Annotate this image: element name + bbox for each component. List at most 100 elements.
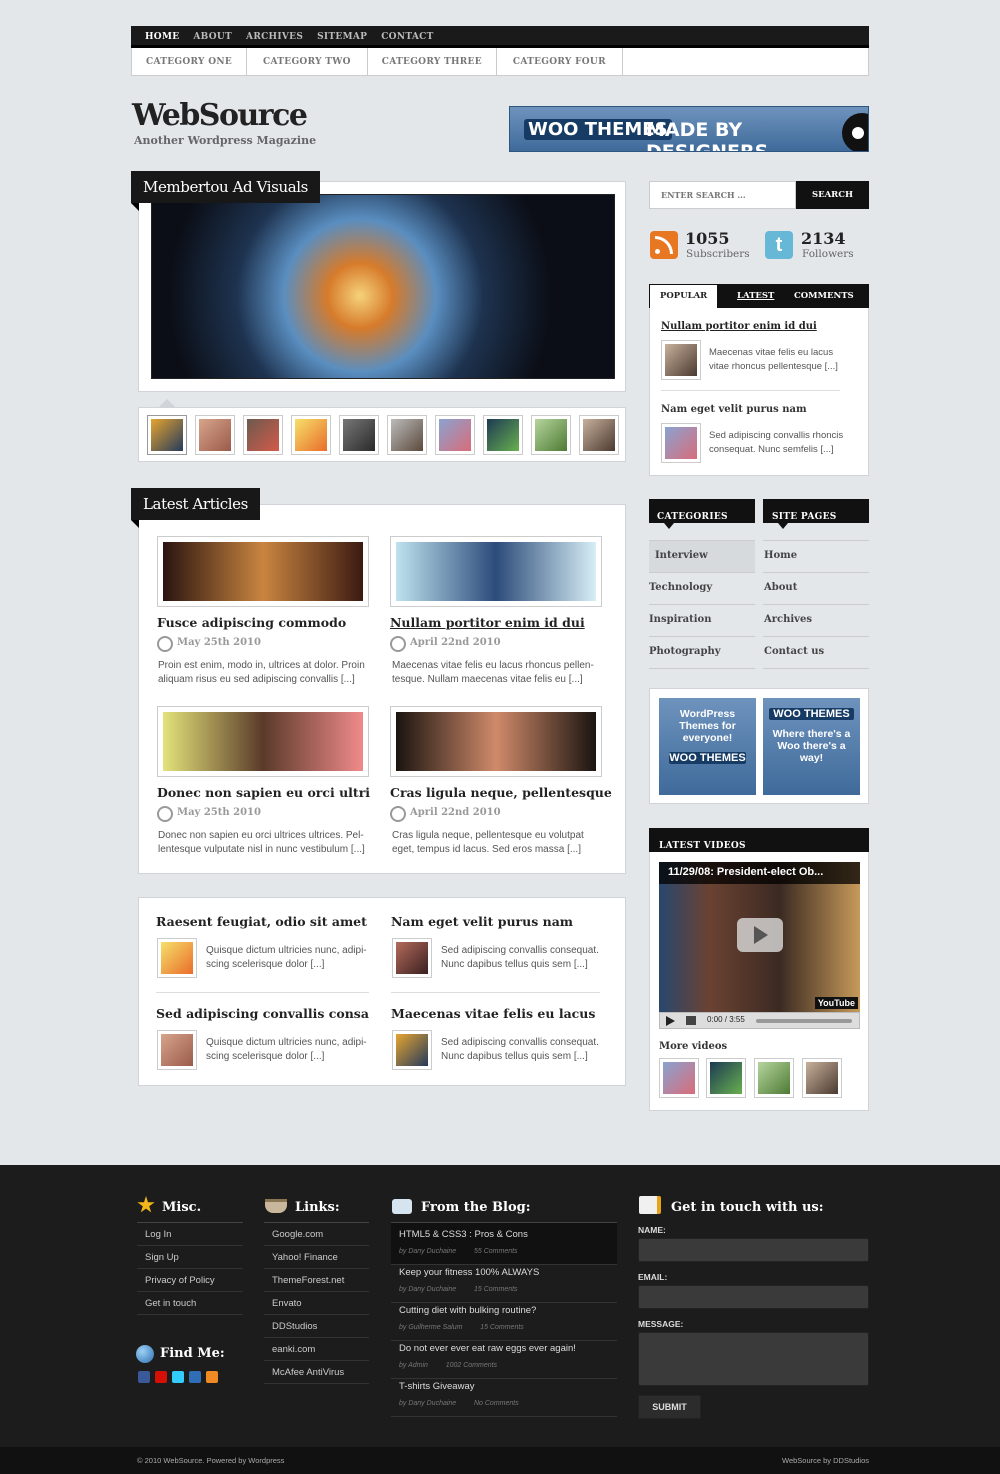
small-article-excerpt: Sed adipiscing convallis consequat. Nunc … <box>441 1037 599 1062</box>
blog-post[interactable]: T-shirts Giveaway by Dany Duchaine No Com… <box>391 1375 617 1417</box>
article-title[interactable]: Nullam portitor enim id dui <box>390 615 585 630</box>
category-two-link[interactable]: CATEGORY TWO <box>247 48 368 75</box>
popular-post-title[interactable]: Nullam portitor enim id dui <box>661 321 817 332</box>
footer-link-mcafee[interactable]: McAfee AntiVirus <box>264 1361 369 1384</box>
volume-icon[interactable] <box>686 1016 696 1025</box>
ad-banner[interactable]: WordPress Themes for everyone! WOO THEMES <box>659 698 756 795</box>
page-contact-us[interactable]: Contact us <box>763 637 869 669</box>
popular-post-title[interactable]: Nam eget velit purus nam <box>661 404 807 415</box>
nav-about[interactable]: ABOUT <box>193 26 232 42</box>
nav-archives[interactable]: ARCHIVES <box>246 26 303 42</box>
article-image[interactable] <box>390 536 602 607</box>
popular-post-thumb[interactable] <box>661 423 701 463</box>
article-title[interactable]: Cras ligula neque, pellentesque <box>390 785 612 800</box>
category-four-link[interactable]: CATEGORY FOUR <box>497 48 623 75</box>
footer-link-yahoo-finance[interactable]: Yahoo! Finance <box>264 1246 369 1269</box>
nav-sitemap[interactable]: SITEMAP <box>317 26 367 42</box>
small-article-thumb[interactable] <box>157 1030 197 1070</box>
category-technology[interactable]: Technology <box>649 573 755 605</box>
slide-thumb[interactable] <box>339 415 379 455</box>
slide-thumb[interactable] <box>531 415 571 455</box>
article-image[interactable] <box>157 706 369 777</box>
article-excerpt: Donec non sapien eu orci ultrices ultric… <box>158 830 365 855</box>
rss-icon[interactable] <box>206 1371 218 1383</box>
video-seekbar[interactable] <box>756 1019 852 1023</box>
article-title[interactable]: Fusce adipiscing commodo <box>157 615 346 630</box>
page-about[interactable]: About <box>763 573 869 605</box>
twitter-icon[interactable] <box>172 1371 184 1383</box>
small-article-title[interactable]: Sed adipiscing convallis consa <box>156 1006 369 1021</box>
category-photography[interactable]: Photography <box>649 637 755 669</box>
blog-post[interactable]: HTML5 & CSS3 : Pros & Cons by Dany Duchai… <box>391 1223 617 1265</box>
nav-contact[interactable]: CONTACT <box>381 26 433 42</box>
delicious-icon[interactable] <box>189 1371 201 1383</box>
blog-post[interactable]: Do not ever ever eat raw eggs ever again… <box>391 1337 617 1379</box>
footer-link-google[interactable]: Google.com <box>264 1223 369 1246</box>
email-field[interactable] <box>638 1285 869 1309</box>
category-inspiration[interactable]: Inspiration <box>649 605 755 637</box>
footer-link-privacy[interactable]: Privacy of Policy <box>137 1269 243 1292</box>
rss-icon[interactable] <box>650 231 678 259</box>
blog-post[interactable]: Keep your fitness 100% ALWAYS by Dany Duc… <box>391 1261 617 1303</box>
article-title[interactable]: Donec non sapien eu orci ultri <box>157 785 370 800</box>
slide-thumb[interactable] <box>435 415 475 455</box>
article-image[interactable] <box>157 536 369 607</box>
nav-home[interactable]: HOME <box>145 26 179 42</box>
name-field[interactable] <box>638 1238 869 1262</box>
search-input[interactable] <box>649 181 796 209</box>
video-thumb[interactable] <box>659 1058 699 1098</box>
slide-thumb[interactable] <box>387 415 427 455</box>
small-article-title[interactable]: Raesent feugiat, odio sit amet <box>156 914 367 929</box>
small-article-title[interactable]: Nam eget velit purus nam <box>391 914 573 929</box>
slide-thumb[interactable] <box>147 415 187 455</box>
tab-latest[interactable]: LATEST <box>737 291 774 301</box>
slide-thumb[interactable] <box>291 415 331 455</box>
small-article-title[interactable]: Maecenas vitae felis eu lacus <box>391 1006 595 1021</box>
site-pages-heading: SITE PAGES <box>763 499 869 523</box>
video-player[interactable]: 11/29/08: President-elect Ob... YouTube <box>659 862 860 1012</box>
small-article-thumb[interactable] <box>392 1030 432 1070</box>
footer-link-eanki[interactable]: eanki.com <box>264 1338 369 1361</box>
credit-text[interactable]: WebSource by DDStudios <box>782 1456 869 1465</box>
footer-link-envato[interactable]: Envato <box>264 1292 369 1315</box>
facebook-icon[interactable] <box>138 1371 150 1383</box>
footer-link-ddstudios[interactable]: DDStudios <box>264 1315 369 1338</box>
featured-image[interactable] <box>151 194 615 379</box>
play-button-icon[interactable] <box>666 1016 675 1026</box>
page-archives[interactable]: Archives <box>763 605 869 637</box>
footer-link-get-in-touch[interactable]: Get in touch <box>137 1292 243 1315</box>
popular-post-thumb[interactable] <box>661 340 701 380</box>
footer-link-log-in[interactable]: Log In <box>137 1223 243 1246</box>
submit-button[interactable]: SUBMIT <box>638 1395 701 1419</box>
featured-title[interactable]: Membertou Ad Visuals <box>131 171 320 211</box>
message-field[interactable] <box>638 1332 869 1386</box>
article-image[interactable] <box>390 706 602 777</box>
lastfm-icon[interactable] <box>155 1371 167 1383</box>
slide-thumb[interactable] <box>243 415 283 455</box>
slide-thumb[interactable] <box>195 415 235 455</box>
popular-post-excerpt: Sed adipiscing convallis rhoncis consequa… <box>709 430 844 455</box>
small-article-thumb[interactable] <box>392 938 432 978</box>
twitter-icon[interactable]: t <box>765 231 793 259</box>
video-thumb[interactable] <box>754 1058 794 1098</box>
footer-link-themeforest[interactable]: ThemeForest.net <box>264 1269 369 1292</box>
site-tagline: Another Wordpress Magazine <box>134 134 317 147</box>
play-icon[interactable] <box>737 918 783 952</box>
category-interview[interactable]: Interview <box>649 541 755 573</box>
small-article-thumb[interactable] <box>157 938 197 978</box>
tab-comments[interactable]: COMMENTS <box>794 291 854 301</box>
slide-thumb[interactable] <box>579 415 619 455</box>
video-thumb[interactable] <box>802 1058 842 1098</box>
page-home[interactable]: Home <box>763 541 869 573</box>
ad-banner[interactable]: WOO THEMES Where there's a Woo there's a … <box>763 698 860 795</box>
footer-link-sign-up[interactable]: Sign Up <box>137 1246 243 1269</box>
slide-thumb[interactable] <box>483 415 523 455</box>
blog-post[interactable]: Cutting diet with bulking routine? by Gui… <box>391 1299 617 1341</box>
tab-popular[interactable]: POPULAR <box>650 285 717 308</box>
video-thumb[interactable] <box>706 1058 746 1098</box>
site-logo[interactable]: WebSource <box>132 98 308 133</box>
woothemes-banner[interactable]: WOO THEMES MADE BY DESIGNERS <box>509 106 869 152</box>
category-three-link[interactable]: CATEGORY THREE <box>368 48 497 75</box>
category-one-link[interactable]: CATEGORY ONE <box>132 48 248 75</box>
search-button[interactable]: SEARCH <box>796 181 869 209</box>
